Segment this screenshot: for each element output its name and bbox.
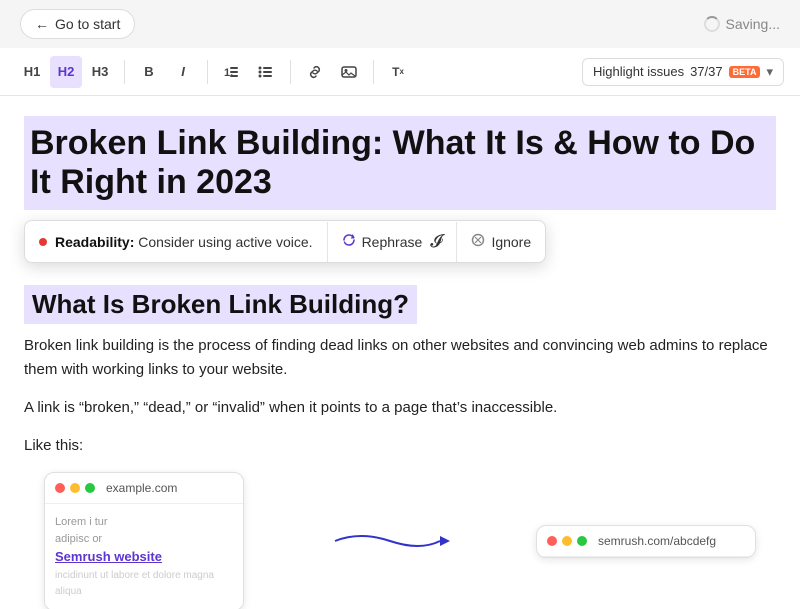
bold-button[interactable]: B (133, 56, 165, 88)
paragraph-3: Like this: (24, 434, 776, 458)
dot-red-icon (55, 483, 65, 493)
highlight-label: Highlight issues (593, 64, 684, 79)
rephrase-button[interactable]: Rephrase 𝓘 (328, 221, 457, 262)
unordered-list-button[interactable] (250, 56, 282, 88)
source-browser: example.com Lorem i tur adipisc or Semru… (44, 472, 244, 609)
heading-group: H1 H2 H3 (16, 56, 116, 88)
rephrase-icon (342, 233, 356, 250)
dest-dot-red-icon (547, 536, 557, 546)
section-heading-container: What Is Broken Link Building? (24, 285, 417, 324)
chevron-down-icon: ▾ (766, 64, 773, 80)
arrow-connector (244, 526, 536, 556)
saving-spinner (704, 16, 720, 32)
source-body-text-4: or (92, 533, 102, 545)
ordered-list-icon: 1. (224, 64, 240, 80)
saving-label: Saving... (726, 16, 780, 32)
h3-button[interactable]: H3 (84, 56, 116, 88)
source-body-text-2: tur (95, 516, 108, 528)
readability-content: Readability: Consider using active voice… (25, 224, 327, 260)
section-heading: What Is Broken Link Building? (32, 289, 409, 320)
format-group: B I (133, 56, 199, 88)
unordered-list-icon (258, 64, 274, 80)
saving-indicator: Saving... (704, 16, 780, 32)
paragraph-2: A link is “broken,” “dead,” or “invalid”… (24, 396, 776, 420)
ignore-label: Ignore (491, 234, 531, 250)
readability-label: Readability: (55, 234, 134, 250)
clear-format-button[interactable]: Tx (382, 56, 414, 88)
dest-dot-green-icon (577, 536, 587, 546)
list-group: 1. (216, 56, 282, 88)
readability-dot (39, 238, 47, 246)
source-body-text-5: incidinunt ut labore et dolore magna ali… (55, 570, 214, 598)
top-bar: ← Go to start Saving... (0, 0, 800, 48)
link-icon (307, 64, 323, 80)
dot-yellow-icon (70, 483, 80, 493)
example-area: example.com Lorem i tur adipisc or Semru… (24, 472, 776, 609)
italic-button[interactable]: I (167, 56, 199, 88)
destination-browser: semrush.com/abcdefg (536, 525, 756, 558)
image-button[interactable] (333, 56, 365, 88)
dot-green-icon (85, 483, 95, 493)
ignore-icon (471, 233, 485, 250)
source-browser-body: Lorem i tur adipisc or Semrush website i… (45, 504, 243, 609)
ordered-list-button[interactable]: 1. (216, 56, 248, 88)
dest-browser-chrome: semrush.com/abcdefg (537, 526, 755, 557)
source-url: example.com (106, 481, 177, 495)
ignore-button[interactable]: Ignore (457, 223, 545, 260)
divider-4 (373, 60, 374, 84)
arrow-icon (330, 526, 450, 556)
main-heading-container: Broken Link Building: What It Is & How t… (24, 116, 776, 210)
divider-2 (207, 60, 208, 84)
divider-1 (124, 60, 125, 84)
highlight-issues-button[interactable]: Highlight issues 37/37 beta ▾ (582, 58, 784, 86)
editor-toolbar: H1 H2 H3 B I 1. (0, 48, 800, 96)
insert-group (299, 56, 365, 88)
go-to-start-label: Go to start (55, 16, 120, 32)
source-body-text-3: adipisc (55, 533, 89, 545)
paragraph-1: Broken link building is the process of f… (24, 334, 776, 382)
go-to-start-button[interactable]: ← Go to start (20, 9, 135, 39)
beta-badge: beta (729, 66, 761, 78)
source-body-text-1: Lorem i (55, 516, 92, 528)
arrow-left-icon: ← (35, 16, 49, 32)
h2-button[interactable]: H2 (50, 56, 82, 88)
dest-dot-yellow-icon (562, 536, 572, 546)
content-area: Broken Link Building: What It Is & How t… (0, 96, 800, 609)
readability-text: Consider using active voice. (138, 234, 312, 250)
source-browser-chrome: example.com (45, 473, 243, 504)
divider-3 (290, 60, 291, 84)
dest-url: semrush.com/abcdefg (598, 534, 716, 548)
highlight-count: 37/37 (690, 64, 723, 79)
main-heading: Broken Link Building: What It Is & How t… (30, 120, 770, 206)
cursor: 𝓘 (430, 231, 442, 252)
link-button[interactable] (299, 56, 331, 88)
image-icon (341, 64, 357, 80)
source-link[interactable]: Semrush website (55, 549, 162, 564)
readability-tooltip: Readability: Consider using active voice… (24, 220, 546, 263)
h1-button[interactable]: H1 (16, 56, 48, 88)
rephrase-label: Rephrase (362, 234, 423, 250)
